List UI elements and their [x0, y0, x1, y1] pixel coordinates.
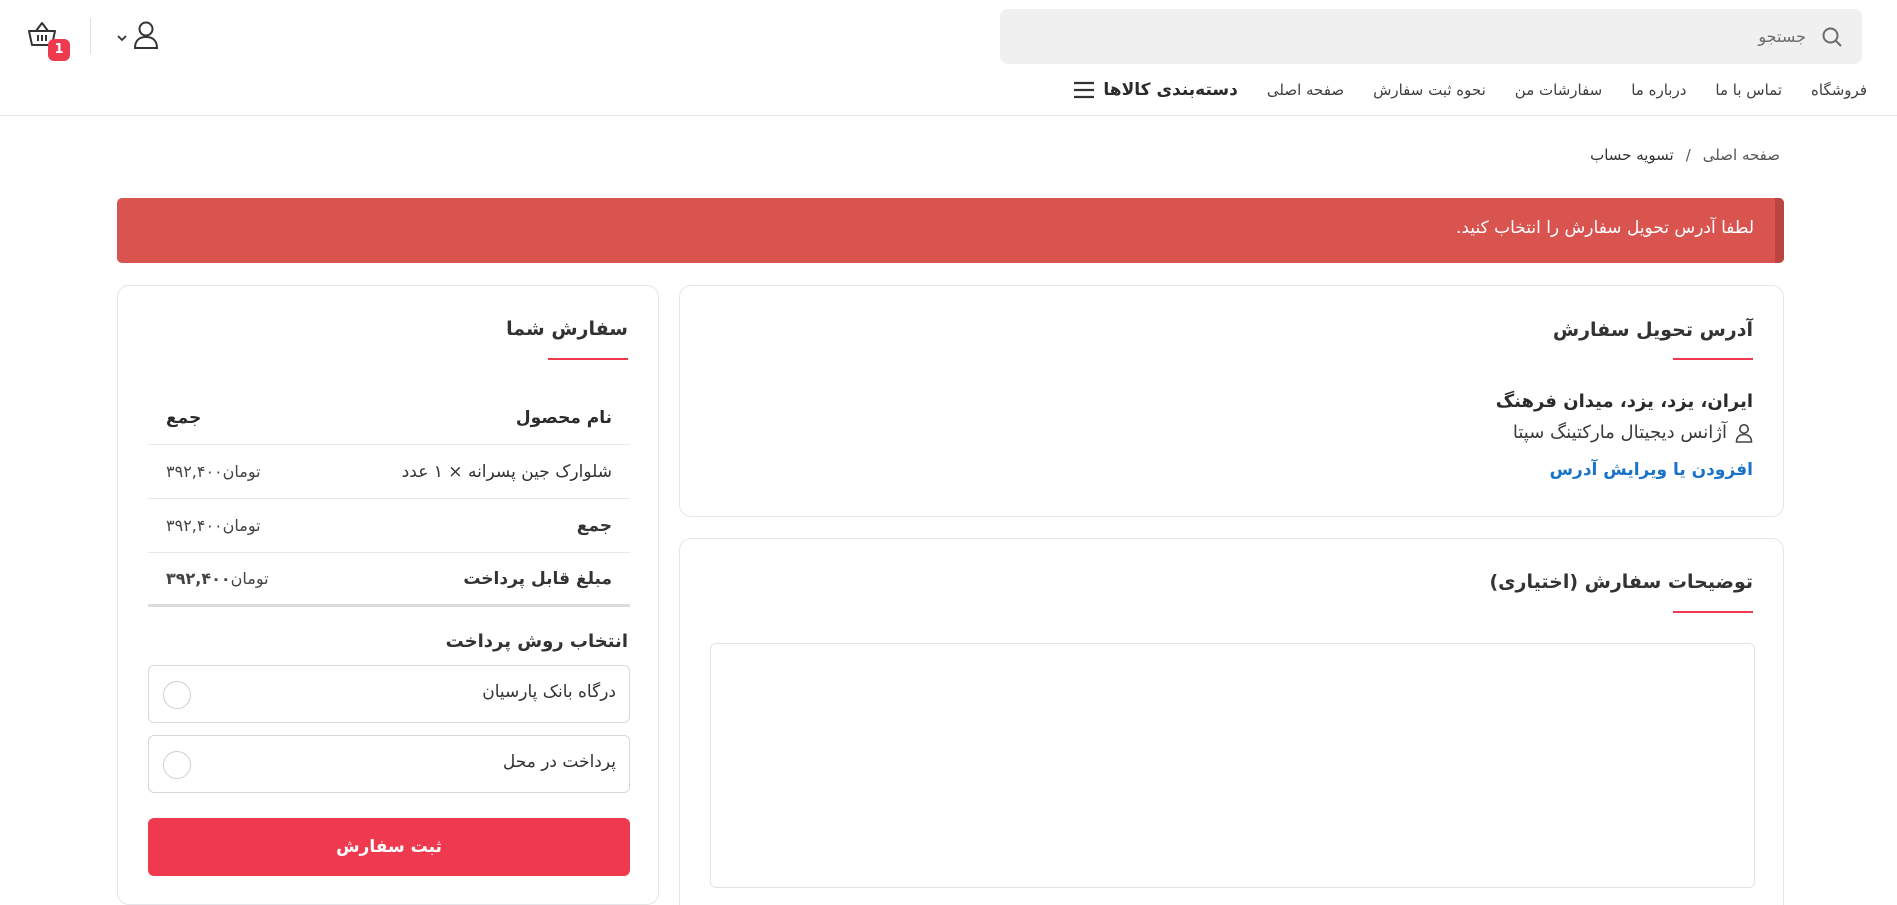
- nav-link-about[interactable]: درباره ما: [1631, 81, 1686, 99]
- notes-title-underline: [1673, 611, 1753, 613]
- breadcrumb-current: تسویه حساب: [1590, 146, 1674, 164]
- notes-title: توضیحات سفارش (اختیاری): [1489, 571, 1753, 593]
- chevron-down-icon: [117, 35, 127, 42]
- error-alert: لطفا آدرس تحویل سفارش را انتخاب کنید.: [117, 198, 1784, 263]
- address-recipient: آژانس دیجیتال مارکتینگ سپتا: [1512, 422, 1727, 443]
- header-divider: [90, 18, 91, 54]
- payable-value: تومان۳۹۲,۴۰۰: [166, 569, 269, 588]
- edit-address-link[interactable]: افزودن یا ویرایش آدرس: [1550, 460, 1753, 480]
- address-line: ایران، یزد، یزد، میدان فرهنگ: [1495, 391, 1753, 412]
- payment-option-cod[interactable]: پرداخت در محل: [148, 735, 630, 793]
- product-name: شلوارک جین پسرانه × ۱ عدد: [401, 461, 612, 482]
- payment-option-parsian[interactable]: درگاه بانک پارسیان: [148, 665, 630, 723]
- header: 1: [0, 0, 1897, 72]
- cart-count-badge: 1: [48, 39, 70, 61]
- order-table-header: نام محصول جمع: [148, 391, 630, 445]
- breadcrumb-separator: /: [1685, 146, 1691, 164]
- subtotal-value: تومان۳۹۲,۴۰۰: [166, 516, 261, 535]
- address-title-underline: [1673, 358, 1753, 360]
- payment-option-label: درگاه بانک پارسیان: [482, 682, 616, 702]
- search-input[interactable]: [1046, 9, 1806, 64]
- payment-option-label: پرداخت در محل: [502, 752, 616, 772]
- search-box[interactable]: [1000, 9, 1862, 64]
- search-icon[interactable]: [1820, 25, 1844, 49]
- nav-link-how-to-order[interactable]: نحوه ثبت سفارش: [1373, 81, 1486, 99]
- user-icon: [133, 21, 159, 49]
- nav-categories[interactable]: دسته‌بندی کالاها: [1073, 80, 1238, 100]
- payable-label: مبلغ قابل پرداخت: [463, 568, 612, 589]
- order-notes-textarea[interactable]: [710, 643, 1755, 888]
- breadcrumb-home[interactable]: صفحه اصلی: [1703, 146, 1780, 164]
- order-title-underline: [548, 358, 628, 360]
- payment-radio[interactable]: [163, 681, 191, 709]
- order-title: سفارش شما: [506, 318, 628, 340]
- nav-link-contact[interactable]: تماس با ما: [1715, 81, 1782, 99]
- order-notes-card: توضیحات سفارش (اختیاری): [679, 538, 1784, 905]
- submit-order-button[interactable]: ثبت سفارش: [148, 818, 630, 876]
- user-icon: [1735, 423, 1753, 443]
- main-navbar: دسته‌بندی کالاها صفحه اصلی نحوه ثبت سفار…: [0, 72, 1897, 116]
- column-header-product: نام محصول: [515, 407, 612, 428]
- payment-method-title: انتخاب روش پرداخت: [445, 631, 628, 652]
- order-table: نام محصول جمع شلوارک جین پسرانه × ۱ عدد …: [148, 391, 630, 607]
- breadcrumb: صفحه اصلی / تسویه حساب: [1590, 146, 1780, 164]
- nav-link-shop[interactable]: فروشگاه: [1811, 81, 1867, 99]
- address-recipient-row: آژانس دیجیتال مارکتینگ سپتا: [1513, 422, 1753, 443]
- column-header-total: جمع: [166, 407, 202, 428]
- address-card: آدرس تحویل سفارش ایران، یزد، یزد، میدان …: [679, 285, 1784, 517]
- nav-link-my-orders[interactable]: سفارشات من: [1515, 81, 1602, 99]
- alert-text: لطفا آدرس تحویل سفارش را انتخاب کنید.: [1455, 218, 1754, 238]
- order-summary-card: سفارش شما نام محصول جمع شلوارک جین پسران…: [117, 285, 659, 905]
- address-title: آدرس تحویل سفارش: [1552, 319, 1753, 341]
- user-menu-button[interactable]: [114, 20, 162, 54]
- table-row: مبلغ قابل پرداخت تومان۳۹۲,۴۰۰: [148, 553, 630, 607]
- nav-list: دسته‌بندی کالاها صفحه اصلی نحوه ثبت سفار…: [1073, 80, 1867, 100]
- menu-icon: [1074, 81, 1095, 99]
- subtotal-label: جمع: [576, 515, 612, 536]
- nav-link-home[interactable]: صفحه اصلی: [1267, 81, 1344, 99]
- nav-categories-label: دسته‌بندی کالاها: [1103, 80, 1238, 100]
- table-row: جمع تومان۳۹۲,۴۰۰: [148, 499, 630, 553]
- product-total: تومان۳۹۲,۴۰۰: [166, 462, 261, 481]
- table-row: شلوارک جین پسرانه × ۱ عدد تومان۳۹۲,۴۰۰: [148, 445, 630, 499]
- payment-radio[interactable]: [163, 751, 191, 779]
